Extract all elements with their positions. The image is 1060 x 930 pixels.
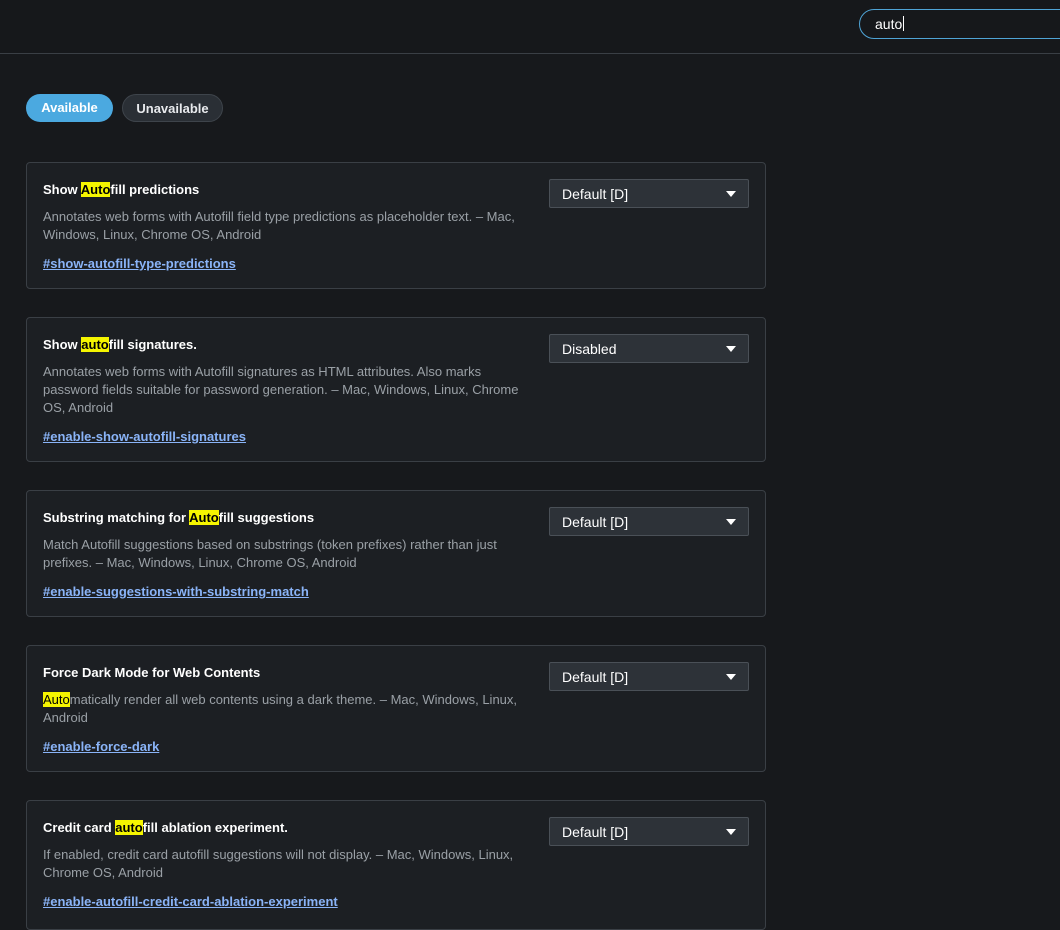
chevron-down-icon	[726, 674, 736, 680]
flag-description: Automatically render all web contents us…	[43, 692, 518, 725]
flag-title: Substring matching for Autofill suggesti…	[43, 510, 315, 525]
chevron-down-icon	[726, 191, 736, 197]
text-caret	[903, 16, 905, 31]
search-highlight: Auto	[80, 182, 111, 197]
flag-card: Force Dark Mode for Web Contents Automat…	[26, 645, 766, 772]
flag-description: If enabled, credit card autofill suggest…	[43, 847, 514, 880]
flag-title: Show autofill signatures.	[43, 337, 197, 352]
chevron-down-icon	[726, 519, 736, 525]
search-highlight: Auto	[43, 692, 70, 707]
flag-state-select[interactable]: Default [D]	[549, 507, 749, 536]
flag-link[interactable]: #enable-force-dark	[43, 738, 159, 755]
search-highlight: Auto	[189, 510, 219, 525]
flag-description: Annotates web forms with Autofill field …	[43, 209, 515, 242]
search-highlight: auto	[115, 820, 143, 835]
flag-state-select[interactable]: Disabled	[549, 334, 749, 363]
flag-description: Annotates web forms with Autofill signat…	[43, 364, 519, 415]
select-value: Disabled	[562, 341, 617, 357]
chevron-down-icon	[726, 346, 736, 352]
flag-link[interactable]: #enable-autofill-credit-card-ablation-ex…	[43, 893, 338, 910]
select-value: Default [D]	[562, 514, 629, 530]
flag-card: Credit card autofill ablation experiment…	[26, 800, 766, 930]
tab-available[interactable]: Available	[26, 94, 113, 122]
flag-title: Force Dark Mode for Web Contents	[43, 665, 261, 680]
select-value: Default [D]	[562, 669, 629, 685]
flag-link[interactable]: #enable-suggestions-with-substring-match	[43, 583, 309, 600]
select-value: Default [D]	[562, 186, 629, 202]
flag-state-select[interactable]: Default [D]	[549, 817, 749, 846]
flag-description: Match Autofill suggestions based on subs…	[43, 537, 497, 570]
search-input[interactable]: auto	[859, 9, 1060, 39]
search-input-value: auto	[875, 16, 905, 32]
flag-card: Show Autofill predictions Annotates web …	[26, 162, 766, 289]
chevron-down-icon	[726, 829, 736, 835]
flag-title: Show Autofill predictions	[43, 182, 200, 197]
search-highlight: auto	[81, 337, 109, 352]
flag-card: Show autofill signatures. Annotates web …	[26, 317, 766, 462]
flag-link[interactable]: #enable-show-autofill-signatures	[43, 428, 246, 445]
flag-title: Credit card autofill ablation experiment…	[43, 820, 288, 835]
flag-link[interactable]: #show-autofill-type-predictions	[43, 255, 236, 272]
select-value: Default [D]	[562, 824, 629, 840]
tab-unavailable[interactable]: Unavailable	[122, 94, 223, 122]
flag-state-select[interactable]: Default [D]	[549, 179, 749, 208]
flag-state-select[interactable]: Default [D]	[549, 662, 749, 691]
top-bar: auto	[0, 0, 1060, 54]
flag-card: Substring matching for Autofill suggesti…	[26, 490, 766, 617]
